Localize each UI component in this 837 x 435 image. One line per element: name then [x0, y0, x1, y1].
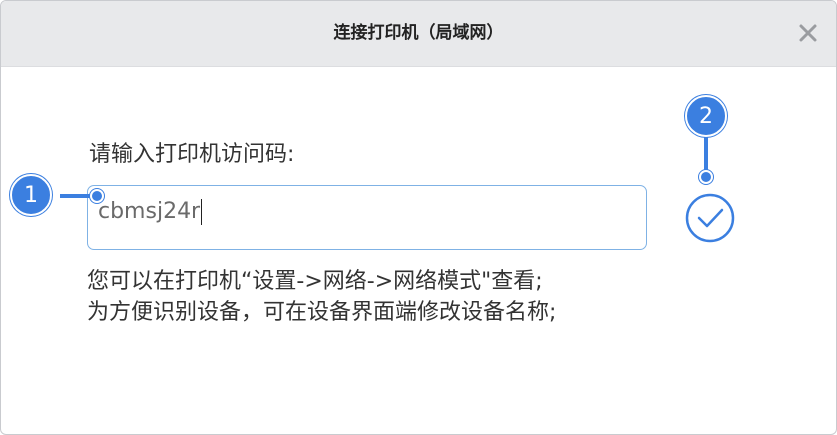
connect-printer-dialog: 连接打印机（局域网） 请输入打印机访问码: cbmsj24r 您可以在打印机“设… [0, 0, 837, 435]
callout-marker-2: 2 [685, 95, 727, 137]
access-code-input[interactable]: cbmsj24r [87, 185, 647, 250]
dialog-titlebar: 连接打印机（局域网） [1, 1, 836, 67]
close-button[interactable] [794, 19, 822, 47]
close-icon [799, 24, 817, 42]
hint-text: 您可以在打印机“设置->网络->网络模式"查看; 为方便识别设备，可在设备界面端… [87, 266, 556, 328]
callout-1-dot [90, 189, 104, 203]
confirm-button[interactable] [685, 193, 735, 243]
callout-marker-1: 1 [10, 174, 52, 216]
check-circle-icon [685, 193, 735, 243]
hint-line-2: 为方便识别设备，可在设备界面端修改设备名称; [87, 300, 557, 325]
hint-line-1: 您可以在打印机“设置->网络->网络模式"查看; [87, 269, 543, 294]
dialog-title: 连接打印机（局域网） [333, 23, 504, 43]
access-code-value: cbmsj24r [98, 199, 203, 225]
access-code-label: 请输入打印机访问码: [89, 142, 295, 167]
callout-2-dot [699, 170, 713, 184]
text-caret [201, 199, 203, 225]
